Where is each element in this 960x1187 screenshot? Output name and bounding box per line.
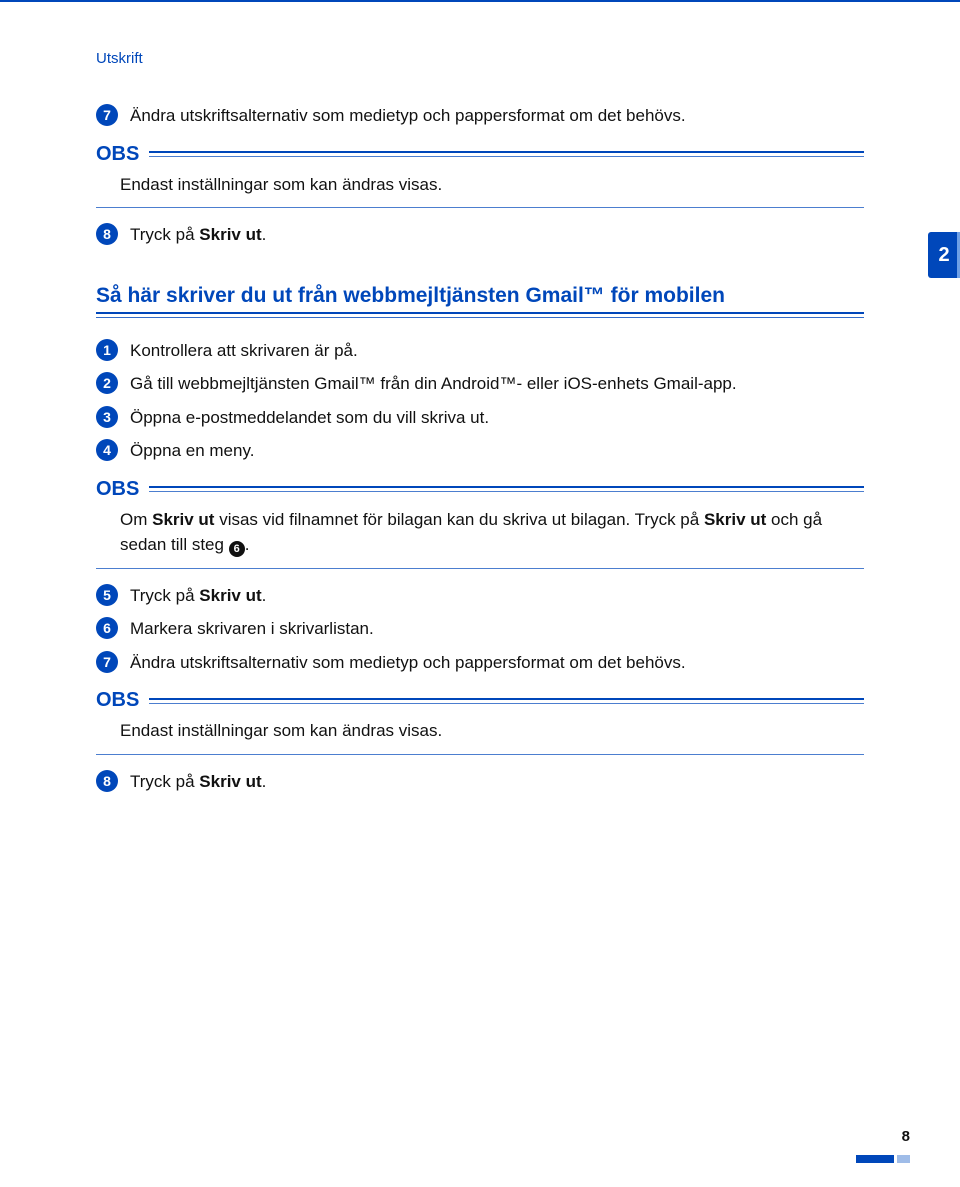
step-number-icon: 7	[96, 104, 118, 126]
step-number-icon: 4	[96, 439, 118, 461]
note-body: Endast inställningar som kan ändras visa…	[96, 718, 864, 754]
note-block: OBS Endast inställningar som kan ändras …	[96, 689, 864, 755]
heading-underline	[96, 312, 864, 318]
step-text: Ändra utskriftsalternativ som medietyp o…	[130, 103, 686, 129]
step-6: 6 Markera skrivaren i skrivarlistan.	[96, 616, 864, 642]
step-number-icon: 8	[96, 770, 118, 792]
step-1: 1 Kontrollera att skrivaren är på.	[96, 338, 864, 364]
note-body: Om Skriv ut visas vid filnamnet för bila…	[96, 507, 864, 568]
step-text: Öppna e-postmeddelandet som du vill skri…	[130, 405, 489, 431]
note-label: OBS	[96, 478, 149, 501]
step-7: 7 Ändra utskriftsalternativ som medietyp…	[96, 103, 864, 129]
note-body: Endast inställningar som kan ändras visa…	[96, 172, 864, 208]
step-text: Gå till webbmejltjänsten Gmail™ från din…	[130, 371, 737, 397]
step-number-icon: 2	[96, 372, 118, 394]
subsection-heading: Så här skriver du ut från webbmejltjänst…	[96, 284, 864, 308]
step-5: 5 Tryck på Skriv ut.	[96, 583, 864, 609]
step-number-icon: 7	[96, 651, 118, 673]
note-label: OBS	[96, 689, 149, 712]
inline-step-ref-icon: 6	[229, 541, 245, 557]
step-2: 2 Gå till webbmejltjänsten Gmail™ från d…	[96, 371, 864, 397]
step-8b: 8 Tryck på Skriv ut.	[96, 769, 864, 795]
step-text: Tryck på Skriv ut.	[130, 222, 266, 248]
step-number-icon: 1	[96, 339, 118, 361]
step-8: 8 Tryck på Skriv ut.	[96, 222, 864, 248]
step-number-icon: 8	[96, 223, 118, 245]
chapter-number: 2	[938, 244, 949, 267]
step-text: Öppna en meny.	[130, 438, 254, 464]
step-text: Kontrollera att skrivaren är på.	[130, 338, 358, 364]
step-number-icon: 5	[96, 584, 118, 606]
step-text: Tryck på Skriv ut.	[130, 583, 266, 609]
page-number: 8	[856, 1128, 910, 1145]
page-footer: 8	[856, 1128, 910, 1163]
step-number-icon: 6	[96, 617, 118, 639]
note-block: OBS Om Skriv ut visas vid filnamnet för …	[96, 478, 864, 569]
section-heading: Utskrift	[96, 50, 864, 67]
note-label: OBS	[96, 143, 149, 166]
step-text: Tryck på Skriv ut.	[130, 769, 266, 795]
step-text: Ändra utskriftsalternativ som medietyp o…	[130, 650, 686, 676]
chapter-tab: 2	[928, 232, 960, 278]
footer-bar-icon	[856, 1155, 910, 1163]
step-4: 4 Öppna en meny.	[96, 438, 864, 464]
step-text: Markera skrivaren i skrivarlistan.	[130, 616, 374, 642]
step-3: 3 Öppna e-postmeddelandet som du vill sk…	[96, 405, 864, 431]
note-block: OBS Endast inställningar som kan ändras …	[96, 143, 864, 209]
step-7b: 7 Ändra utskriftsalternativ som medietyp…	[96, 650, 864, 676]
step-number-icon: 3	[96, 406, 118, 428]
